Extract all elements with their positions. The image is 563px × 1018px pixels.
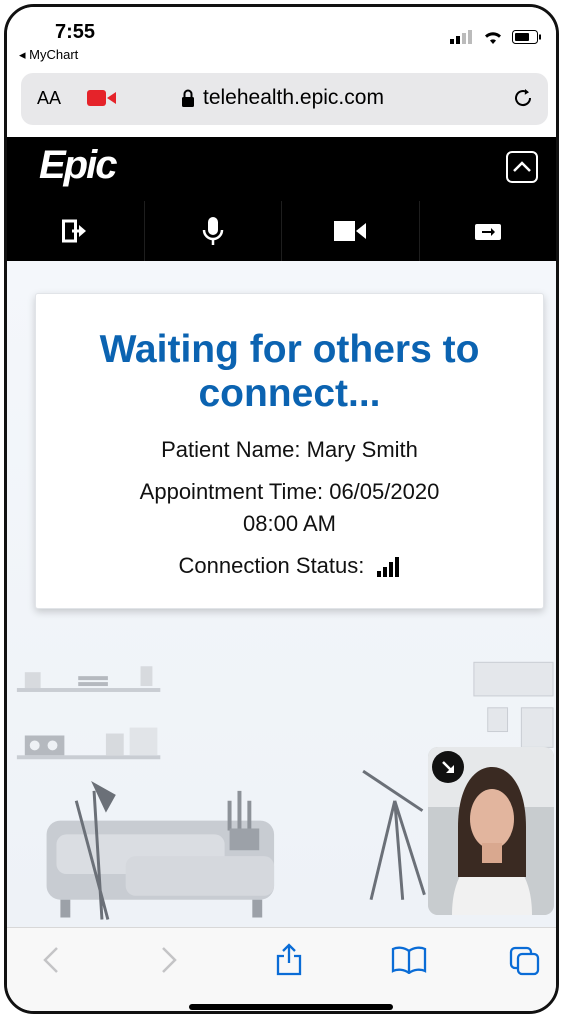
switch-camera-icon (474, 224, 501, 240)
share-icon[interactable] (275, 942, 303, 976)
connection-status: Connection Status: (36, 550, 543, 582)
status-time: 7:55 (55, 21, 96, 43)
connection-label: Connection Status: (178, 553, 365, 578)
self-view-video[interactable] (428, 747, 554, 915)
url-field[interactable]: telehealth.epic.com (181, 86, 384, 110)
back-to-app-link[interactable]: ◂ MyChart (19, 47, 78, 63)
forward-icon[interactable] (159, 946, 179, 974)
appointment-line-1: Appointment Time: 06/05/2020 (139, 479, 440, 504)
tabs-icon[interactable] (509, 946, 541, 976)
patient-name: Patient Name: Mary Smith (161, 437, 418, 462)
waiting-title: Waiting for others to connect... (99, 328, 480, 415)
collapse-icon[interactable] (506, 151, 538, 183)
video-camera-icon (334, 221, 367, 241)
wifi-icon (485, 32, 501, 44)
waiting-room: Waiting for others to connect... Patient… (7, 261, 556, 927)
phone-frame: 7:55 ◂ MyChart AA telehealth.epic.com Ep… (4, 4, 559, 1014)
call-controls (7, 201, 556, 261)
appointment-time: Appointment Time: 06/05/2020 08:00 AM (36, 476, 543, 540)
mute-microphone-button[interactable] (145, 201, 282, 261)
microphone-icon (202, 217, 223, 245)
status-icons (450, 29, 542, 45)
browser-toolbar (7, 927, 556, 1011)
signal-strength-icon (376, 557, 399, 578)
camera-in-use-icon[interactable] (87, 87, 117, 109)
appointment-line-2: 08:00 AM (243, 511, 336, 536)
leave-call-button[interactable] (7, 201, 145, 261)
address-bar[interactable]: AA telehealth.epic.com (21, 73, 548, 125)
url-text: telehealth.epic.com (203, 86, 384, 109)
cellular-signal-icon (450, 30, 472, 44)
epic-logo: Epic (39, 143, 117, 187)
waiting-card: Waiting for others to connect... Patient… (35, 293, 544, 609)
text-size-button[interactable]: AA (37, 88, 61, 109)
switch-camera-button[interactable] (420, 201, 557, 261)
reload-icon[interactable] (510, 85, 536, 111)
back-icon[interactable] (41, 946, 61, 974)
battery-icon (512, 30, 541, 44)
home-indicator (189, 1004, 393, 1010)
status-bar: 7:55 ◂ MyChart (7, 7, 556, 69)
bookmarks-icon[interactable] (391, 946, 427, 974)
lock-icon (182, 89, 194, 107)
pip-expand-button[interactable] (432, 751, 464, 783)
epic-header: Epic (7, 137, 556, 261)
expand-arrow-icon (442, 761, 454, 773)
toggle-video-button[interactable] (282, 201, 420, 261)
leave-icon (62, 219, 87, 243)
